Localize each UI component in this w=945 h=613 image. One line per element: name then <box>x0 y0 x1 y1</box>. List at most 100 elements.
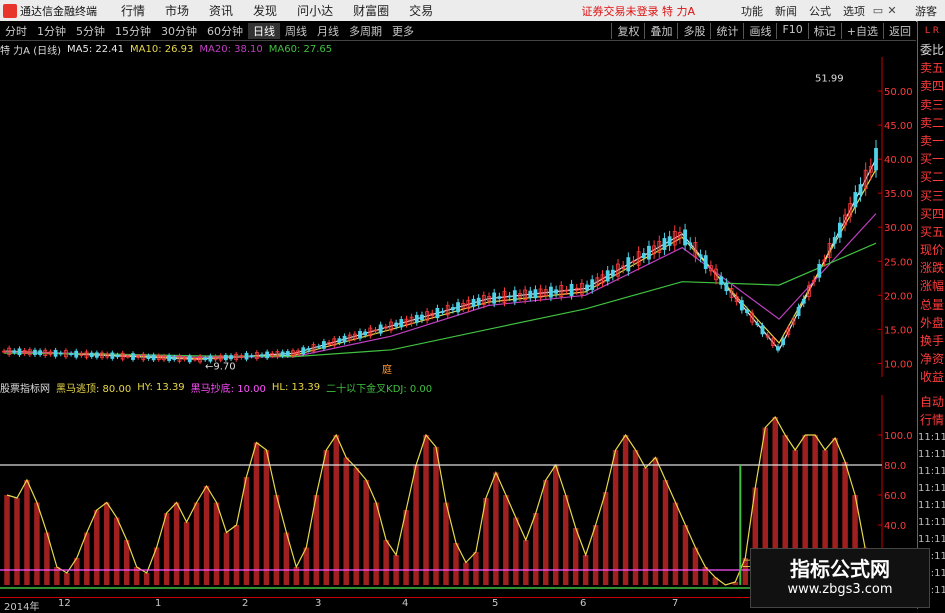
tab-monthly[interactable]: 月线 <box>312 23 344 39</box>
price-tick-label: 25.00 <box>884 257 913 268</box>
guest-label[interactable]: 游客 <box>915 3 937 19</box>
side-item[interactable]: 卖二 <box>918 114 945 132</box>
panel-header: L R <box>924 26 940 36</box>
candle-body <box>760 325 765 335</box>
tab-30min[interactable]: 30分钟 <box>156 23 202 39</box>
side-item[interactable]: 行情 <box>918 411 945 429</box>
tab-1min[interactable]: 1分钟 <box>32 23 71 39</box>
price-tick-label: 35.00 <box>884 189 913 200</box>
candle-body <box>874 147 878 171</box>
side-item[interactable]: 买四 <box>918 205 945 223</box>
close-icon[interactable]: ✕ <box>885 4 899 17</box>
date-label: 1 <box>155 598 162 609</box>
menu-formula[interactable]: 公式 <box>803 3 837 19</box>
ma60-label: MA60: 27.65 <box>268 43 333 55</box>
tool-add-watch[interactable]: +自选 <box>840 22 883 39</box>
tool-back[interactable]: 返回 <box>883 22 916 39</box>
side-item[interactable]: 卖三 <box>918 96 945 114</box>
menu-ask[interactable]: 问小达 <box>287 2 343 19</box>
side-item[interactable]: 收益 <box>918 368 945 386</box>
tool-stats[interactable]: 统计 <box>710 22 743 39</box>
tab-timeshare[interactable]: 分时 <box>0 23 32 39</box>
candle-body <box>837 222 842 238</box>
menu-wealth[interactable]: 财富圈 <box>343 2 399 19</box>
candle-body <box>858 184 863 195</box>
candle-body <box>440 311 445 313</box>
menu-options[interactable]: 选项 <box>837 3 871 19</box>
candle-body <box>89 352 94 358</box>
menu-trade[interactable]: 交易 <box>399 2 443 19</box>
menu-headlines[interactable]: 新闻 <box>769 3 803 19</box>
menu-discover[interactable]: 发现 <box>243 2 287 19</box>
tab-multi[interactable]: 多周期 <box>344 23 387 39</box>
tab-60min[interactable]: 60分钟 <box>202 23 248 39</box>
candle-body <box>322 341 326 349</box>
menu-function[interactable]: 功能 <box>735 3 769 19</box>
side-item[interactable]: 卖四 <box>918 77 945 95</box>
indicator-name: 股票指标网 <box>0 383 50 395</box>
side-item[interactable]: 换手 <box>918 332 945 350</box>
candle-body <box>739 300 744 311</box>
candle-body <box>414 314 419 323</box>
kline-chart[interactable]: 10.00 15.00 20.00 25.00 30.00 35.00 40.00 45.00… <box>0 57 916 377</box>
trade-time: 11:11 <box>918 448 945 460</box>
side-item[interactable]: 现价 <box>918 241 945 259</box>
tool-f10[interactable]: F10 <box>776 22 807 39</box>
candle-body <box>703 255 708 269</box>
minimize-icon[interactable]: ▭ <box>871 4 885 17</box>
indicator-kdj-label: 二十以下金叉KDJ: 0.00 <box>326 383 433 395</box>
candle-body <box>280 351 285 357</box>
price-tick-label: 50.00 <box>884 87 913 98</box>
side-item[interactable]: 卖五 <box>918 59 945 77</box>
candle-body <box>337 338 342 343</box>
side-item[interactable]: 净资 <box>918 350 945 368</box>
tool-mark[interactable]: 标记 <box>807 22 841 39</box>
candle-body <box>399 319 404 328</box>
tool-multistock[interactable]: 多股 <box>677 22 710 39</box>
side-item[interactable]: 涨幅 <box>918 277 945 295</box>
tool-adjust[interactable]: 复权 <box>611 22 644 39</box>
price-tick-label: 30.00 <box>884 223 913 234</box>
tab-more[interactable]: 更多 <box>387 23 419 39</box>
price-tick-label: 45.00 <box>884 121 913 132</box>
ma-line-ma20 <box>3 213 877 358</box>
indicator-top-label: 黑马逃顶: 80.00 <box>56 383 132 395</box>
candle-body <box>626 257 631 272</box>
indicator-tick-label: 60.0 <box>884 491 906 502</box>
tool-draw[interactable]: 画线 <box>743 22 776 39</box>
side-item[interactable]: 买一 <box>918 150 945 168</box>
candle-body <box>187 355 192 363</box>
side-item[interactable]: 自动 <box>918 393 945 411</box>
ma-line-ma5 <box>3 158 877 360</box>
candle-body <box>492 292 497 304</box>
candle-body <box>471 298 476 307</box>
side-item[interactable]: 委比 <box>918 41 945 59</box>
date-label: 4 <box>402 598 409 609</box>
candle-body <box>832 237 837 244</box>
date-label: 7 <box>672 598 679 609</box>
menu-quotes[interactable]: 行情 <box>111 2 155 19</box>
side-item[interactable]: 卖一 <box>918 132 945 150</box>
side-item[interactable]: 外盘 <box>918 314 945 332</box>
login-alert: 证券交易未登录 特 力A <box>581 4 695 18</box>
menu-news[interactable]: 资讯 <box>199 2 243 19</box>
tab-5min[interactable]: 5分钟 <box>71 23 110 39</box>
tab-weekly[interactable]: 周线 <box>280 23 312 39</box>
candle-body <box>507 295 512 298</box>
tool-overlay[interactable]: 叠加 <box>644 22 677 39</box>
candle-body <box>223 354 228 361</box>
side-item[interactable]: 总量 <box>918 296 945 314</box>
candle-body <box>585 284 589 291</box>
side-item[interactable]: 涨跌 <box>918 259 945 277</box>
watermark-title: 指标公式网 <box>790 557 890 581</box>
side-item[interactable]: 买二 <box>918 168 945 186</box>
candle-body <box>610 269 615 277</box>
tab-daily[interactable]: 日线 <box>248 22 280 39</box>
menu-market[interactable]: 市场 <box>155 2 199 19</box>
candle-body <box>554 289 558 294</box>
side-item[interactable]: 买五 <box>918 223 945 241</box>
tab-15min[interactable]: 15分钟 <box>110 23 156 39</box>
candle-body <box>260 354 264 357</box>
candle-body <box>549 286 553 298</box>
side-item[interactable]: 买三 <box>918 187 945 205</box>
